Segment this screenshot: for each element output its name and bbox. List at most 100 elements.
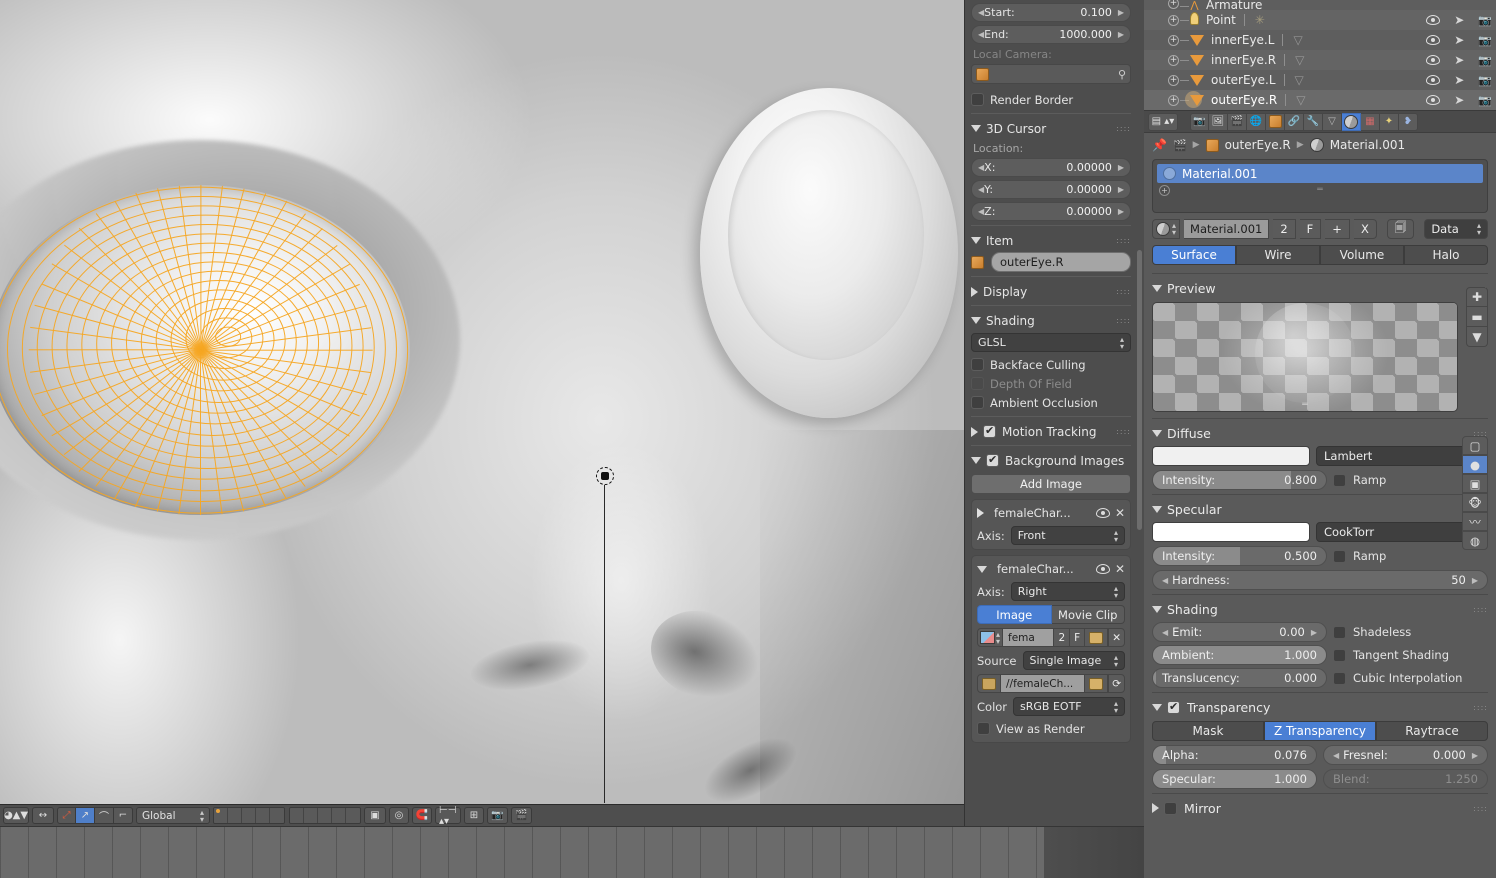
bg-filepath-field[interactable]: //femaleCh... [1001, 674, 1086, 693]
diffuse-panel-header[interactable]: Diffuse :::: [1152, 423, 1488, 443]
layer-cell[interactable] [256, 808, 270, 823]
layer-grid-top[interactable] [213, 807, 285, 824]
material-type-tabs[interactable]: Surface Wire Volume Halo [1152, 245, 1488, 265]
eyedropper-icon[interactable]: ⚲ [1118, 68, 1126, 81]
image-user-count[interactable]: 2 [1054, 628, 1071, 647]
bg-image-1-axis-row[interactable]: Axis: Front ▴ ▾ [977, 526, 1125, 545]
cube-preview-icon[interactable]: ▣ [1462, 474, 1488, 493]
material-tab[interactable] [1342, 112, 1361, 131]
specular-intensity-slider[interactable]: Intensity: 0.500 [1152, 546, 1327, 566]
layer-grid-bottom[interactable] [289, 807, 361, 824]
hair-preview-icon[interactable]: 〰 [1462, 512, 1488, 531]
tab-wire[interactable]: Wire [1236, 245, 1320, 265]
outliner-editor[interactable]: + ⋀ Armature + Point ✳ ➤ 📷 + innerEye.L … [1144, 0, 1496, 110]
3d-cursor-icon[interactable] [596, 467, 614, 485]
tangent-shading-checkbox[interactable]: Tangent Shading [1333, 645, 1488, 665]
shading-panel-header[interactable]: Shading :::: [1152, 599, 1488, 619]
object-mode-selector[interactable]: ↔ [32, 807, 54, 824]
editor-type-icon[interactable]: ◕▲▼ [3, 807, 29, 824]
breadcrumb-material[interactable]: Material.001 [1330, 138, 1405, 152]
preview-type-buttons[interactable]: ▢ ● ▣ 🐵 〰 ◍ [1462, 436, 1488, 550]
preview-panel-header[interactable]: Preview :::: [1152, 278, 1488, 298]
layer-cell[interactable] [318, 808, 332, 823]
particles-tab[interactable]: ✦ [1380, 112, 1399, 131]
snap-element-icon[interactable]: ⊢⊣ ▴▾ [435, 805, 461, 827]
remove-material-slot-button[interactable]: ▬ [1466, 307, 1488, 327]
render-button-icon[interactable]: 📷 [487, 807, 508, 824]
outliner-row-outerEyeR[interactable]: + outerEye.R ▽ ➤ 📷 [1144, 90, 1496, 110]
layer-cell[interactable] [304, 808, 318, 823]
cursor-x-field[interactable]: ◀ X: 0.00000 ▶ [971, 158, 1131, 177]
shadeless-checkbox[interactable]: Shadeless [1333, 622, 1488, 642]
local-camera-field[interactable]: ⚲ [971, 64, 1131, 84]
add-material-slot-button[interactable]: ✚ [1466, 287, 1488, 307]
translate-manipulator-icon[interactable]: ⤢ [57, 807, 76, 824]
object-tab[interactable] [1266, 112, 1285, 131]
camera-icon[interactable]: 📷 [1478, 94, 1492, 107]
background-images-checkbox[interactable] [986, 453, 999, 467]
properties-tab-bar[interactable]: ▤ ▴▾ 📷 🖼 🎬 🌐 🔗 🔧 ▽ ▦ ✦ ❥ [1144, 111, 1496, 133]
sphere-sky-preview-icon[interactable]: ◍ [1462, 531, 1488, 550]
object-data-tab[interactable]: ▽ [1323, 112, 1342, 131]
expand-icon[interactable]: + [1168, 94, 1179, 106]
bg-image-2-header[interactable]: femaleChar... ✕ [977, 560, 1125, 578]
outliner-row-outerEyeL[interactable]: + outerEye.L ▽ ➤ 📷 [1144, 70, 1496, 90]
reload-image-icon[interactable]: ⟳ [1108, 674, 1125, 693]
clip-end-field[interactable]: ◀ End: 1000.000 ▶ [971, 25, 1131, 44]
layer-cell[interactable] [270, 808, 284, 823]
editor-type-icon[interactable]: ▤ ▴▾ [1148, 112, 1178, 131]
render-animation-icon[interactable]: 🎬 [511, 807, 532, 824]
add-slot-icon[interactable]: + [1159, 184, 1170, 196]
mesh-data-icon[interactable]: ▽ [1295, 73, 1304, 87]
expand-icon[interactable]: + [1168, 54, 1179, 66]
scene-tab[interactable]: 🎬 [1228, 112, 1247, 131]
arrow-right-icon[interactable]: ▶ [1118, 8, 1124, 17]
monkey-preview-icon[interactable]: 🐵 [1462, 493, 1488, 512]
material-preview[interactable]: ═ [1152, 302, 1458, 412]
eye-icon[interactable] [1426, 55, 1441, 65]
shading-panel-header[interactable]: Shading :::: [971, 311, 1131, 330]
bg-image-datablock-row[interactable]: ▴ ▾ fema 2 F ✕ [977, 628, 1125, 647]
material-slot-list[interactable]: Material.001 + ═ [1152, 159, 1488, 213]
flat-preview-icon[interactable]: ▢ [1462, 436, 1488, 455]
transparency-checkbox[interactable] [1167, 700, 1180, 714]
scale-manipulator-icon[interactable]: ⌒ [95, 807, 114, 824]
eye-icon[interactable] [1426, 95, 1441, 105]
layer-cell[interactable] [214, 808, 228, 823]
arrow-right-icon[interactable]: ▶ [1118, 207, 1124, 216]
checkbox-box[interactable] [1333, 549, 1346, 563]
viewport-header[interactable]: ◕▲▼ ↔ ⤢ ↗ ⌒ ⌐ Global ▴ ▾ ▣ ◎ 🧲 ⊢⊣ ▴▾ ⊞ 📷… [0, 804, 964, 827]
bg-image-2-axis-dropdown[interactable]: Right ▴ ▾ [1010, 582, 1125, 601]
sphere-preview-icon[interactable]: ● [1462, 455, 1488, 474]
rotate-manipulator-icon[interactable]: ↗ [76, 807, 95, 824]
specular-color-swatch[interactable] [1152, 522, 1310, 542]
bg-image-2-axis-row[interactable]: Axis: Right ▴ ▾ [977, 582, 1125, 601]
close-icon[interactable]: ✕ [1115, 563, 1125, 575]
item-object-row[interactable]: outerEye.R [971, 252, 1131, 272]
cursor-arrow-icon[interactable]: ➤ [1454, 73, 1464, 87]
chevron-right-icon[interactable] [977, 508, 984, 518]
outliner-name-outerEyeR[interactable]: outerEye.R [1211, 93, 1277, 107]
tab-z-transparency[interactable]: Z Transparency [1264, 721, 1376, 741]
arrow-right-icon[interactable]: ▶ [1472, 576, 1478, 585]
image-datablock-name[interactable]: fema [1003, 628, 1055, 647]
breadcrumb-object[interactable]: outerEye.R [1225, 138, 1291, 152]
camera-icon[interactable]: 📷 [1478, 74, 1492, 87]
outliner-name-point[interactable]: Point [1206, 13, 1236, 27]
checkbox-box[interactable] [971, 93, 984, 106]
npanel-scrollbar[interactable] [1137, 250, 1142, 530]
checkbox-box[interactable] [971, 358, 984, 371]
transparency-specular-slider[interactable]: Specular: 1.000 [1152, 769, 1317, 789]
outliner-row-toggles[interactable]: ➤ 📷 [1426, 33, 1492, 47]
render-border-checkbox[interactable]: Render Border [971, 90, 1131, 109]
background-images-panel-header[interactable]: Background Images [971, 451, 1131, 470]
material-browse-button[interactable]: ▴ ▾ [1152, 219, 1181, 239]
open-file-icon[interactable] [1085, 674, 1109, 693]
arrow-left-icon[interactable]: ◀ [1333, 751, 1339, 760]
material-new-button[interactable]: + [1325, 219, 1350, 239]
background-image-item-2[interactable]: femaleChar... ✕ Axis: Right ▴ ▾ Image Mov… [971, 555, 1131, 743]
modifiers-tab[interactable]: 🔧 [1304, 112, 1323, 131]
ambient-occlusion-checkbox[interactable]: Ambient Occlusion [971, 393, 1131, 412]
bg-source-row[interactable]: Source Single Image ▴ ▾ [977, 651, 1125, 670]
bg-source-dropdown[interactable]: Single Image ▴ ▾ [1022, 651, 1125, 670]
